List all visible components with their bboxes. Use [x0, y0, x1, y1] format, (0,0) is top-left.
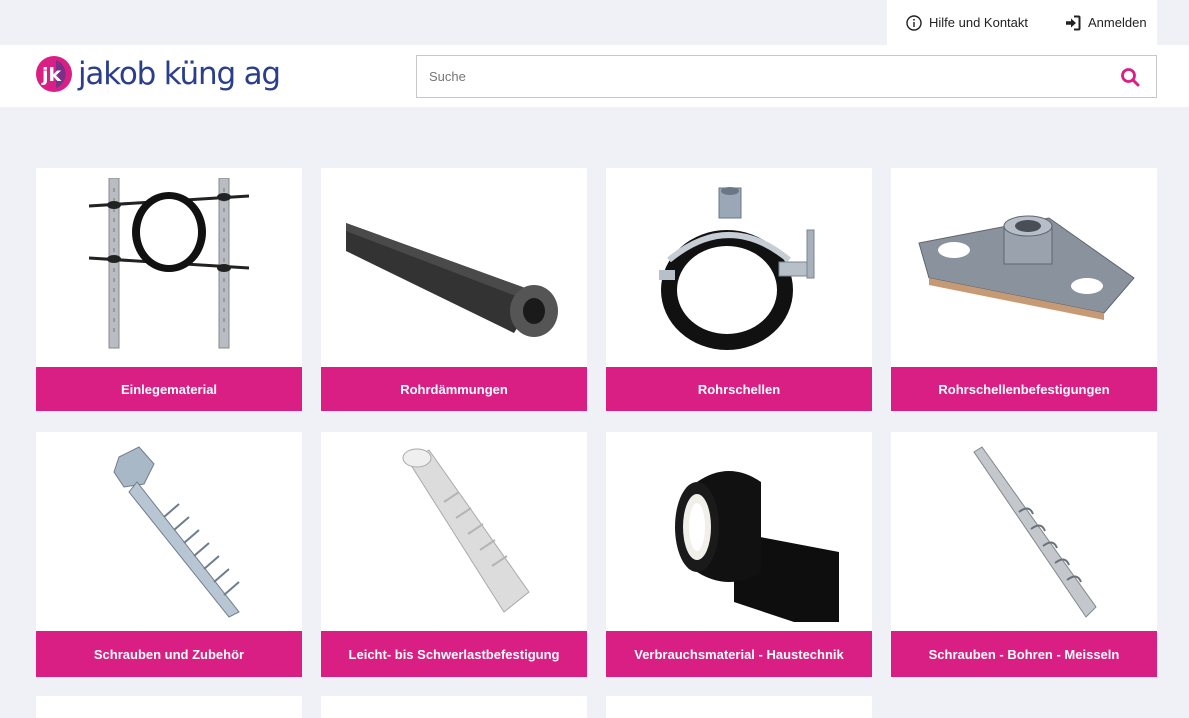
- pipe-support-bracket-image: [36, 168, 302, 367]
- login-link[interactable]: Anmelden: [1065, 15, 1147, 31]
- pipe-clamp-image: [606, 168, 872, 367]
- category-card[interactable]: [321, 696, 587, 718]
- info-icon: [906, 14, 922, 31]
- category-card[interactable]: Leicht- bis Schwerlastbefestigung: [321, 432, 587, 677]
- category-card[interactable]: Schrauben und Zubehör: [36, 432, 302, 677]
- svg-text:jk: jk: [41, 64, 62, 86]
- search-bar: [416, 55, 1157, 98]
- wall-plug-image: [321, 432, 587, 631]
- search-button[interactable]: [1104, 56, 1156, 97]
- category-label: Rohrdämmungen: [321, 367, 587, 411]
- drill-bit-image: [891, 432, 1157, 631]
- category-label: Verbrauchsmaterial - Haustechnik: [606, 631, 872, 677]
- category-label: Leicht- bis Schwerlastbefestigung: [321, 631, 587, 677]
- category-label: Einlegematerial: [36, 367, 302, 411]
- sign-in-icon: [1066, 15, 1081, 30]
- utility-bar: Hilfe und Kontakt Anmelden: [887, 0, 1157, 45]
- brand-name: jakob küng ag: [78, 56, 281, 92]
- help-contact-label: Hilfe und Kontakt: [929, 15, 1029, 30]
- hex-screw-image: [36, 432, 302, 631]
- category-label: Schrauben - Bohren - Meisseln: [891, 631, 1157, 677]
- category-card[interactable]: Verbrauchsmaterial - Haustechnik: [606, 432, 872, 677]
- category-card[interactable]: Einlegematerial: [36, 168, 302, 411]
- category-label: Rohrschellenbefestigungen: [891, 367, 1157, 411]
- search-input[interactable]: [417, 56, 1104, 97]
- site-header: jk jakob küng ag: [0, 45, 1189, 107]
- search-icon: [1121, 67, 1140, 86]
- category-card[interactable]: Schrauben - Bohren - Meisseln: [891, 432, 1157, 677]
- category-card[interactable]: Rohrschellenbefestigungen: [891, 168, 1157, 411]
- mounting-plate-image: [891, 168, 1157, 367]
- category-label: Rohrschellen: [606, 367, 872, 411]
- category-card[interactable]: [606, 696, 872, 718]
- category-card[interactable]: [36, 696, 302, 718]
- category-label: Schrauben und Zubehör: [36, 631, 302, 677]
- category-card[interactable]: Rohrschellen: [606, 168, 872, 411]
- login-label: Anmelden: [1088, 15, 1147, 30]
- tape-roll-image: [606, 432, 872, 631]
- brand-logo[interactable]: jk jakob küng ag: [36, 56, 281, 92]
- category-card[interactable]: Rohrdämmungen: [321, 168, 587, 411]
- logo-mark-icon: jk: [36, 56, 72, 92]
- foam-pipe-insulation-image: [321, 168, 587, 367]
- help-contact-link[interactable]: Hilfe und Kontakt: [906, 14, 1029, 31]
